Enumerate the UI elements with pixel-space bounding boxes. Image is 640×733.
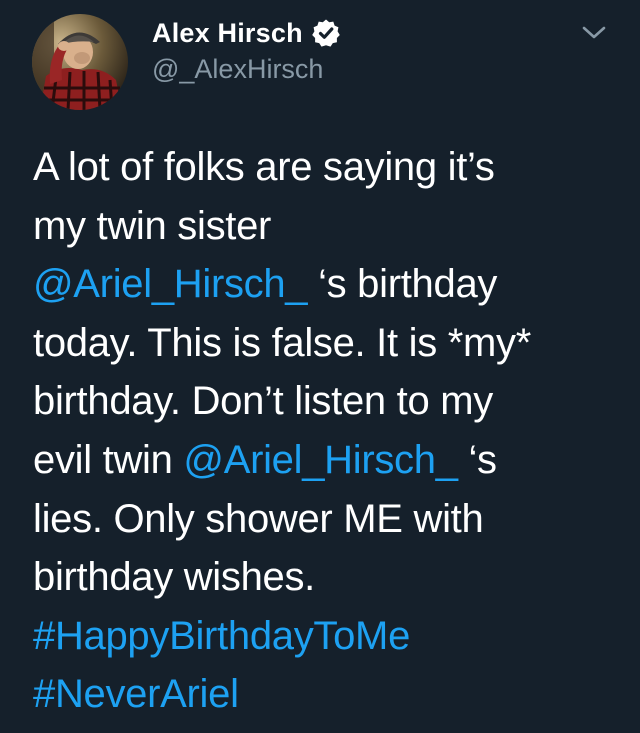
tweet-text-segment: my twin sister [33,203,272,248]
tweet-line: evil twin @Ariel_Hirsch_ ‘s [33,431,623,490]
tweet-line: lies. Only shower ME with [33,490,623,549]
verified-badge-icon [311,18,341,48]
tweet-text-segment: A lot of folks are saying it’s [33,145,495,189]
tweet-text: A lot of folks are saying it’s my twin si… [33,138,623,724]
tweet-text-segment: birthday wishes. [33,555,315,600]
tweet-text-segment: lies. Only shower ME with [33,496,484,541]
mention-link[interactable]: @Ariel_Hirsch_ [183,438,458,482]
tweet-line: birthday wishes. [33,548,623,607]
avatar-image [32,14,128,110]
mention-link[interactable]: @Ariel_Hirsch_ [33,262,308,306]
tweet-text-segment: birthday. Don’t listen to my [33,379,493,424]
hashtag-link[interactable]: #NeverAriel [33,672,239,716]
tweet-text-segment: ‘s birthday [307,262,498,307]
tweet: Alex Hirsch @_AlexHirsch A lot of folks … [0,0,640,733]
user-handle[interactable]: @_AlexHirsch [152,54,323,85]
tweet-line: #HappyBirthdayToMe [33,607,623,666]
tweet-line: #NeverAriel [33,665,623,724]
tweet-line: @Ariel_Hirsch_ ‘s birthday [33,255,623,314]
author-name-row[interactable]: Alex Hirsch [152,15,341,51]
hashtag-link[interactable]: #HappyBirthdayToMe [33,614,410,658]
chevron-down-icon[interactable] [580,20,608,44]
tweet-line: birthday. Don’t listen to my [33,372,623,431]
tweet-text-segment: ‘s [457,437,497,482]
tweet-text-segment: today. This is false. It is *my* [33,320,531,365]
tweet-text-segment: evil twin [33,437,184,482]
display-name[interactable]: Alex Hirsch [152,18,303,49]
tweet-line: A lot of folks are saying it’s [33,138,623,197]
tweet-line: today. This is false. It is *my* [33,314,623,373]
avatar[interactable] [32,14,128,110]
tweet-line: my twin sister [33,197,623,256]
